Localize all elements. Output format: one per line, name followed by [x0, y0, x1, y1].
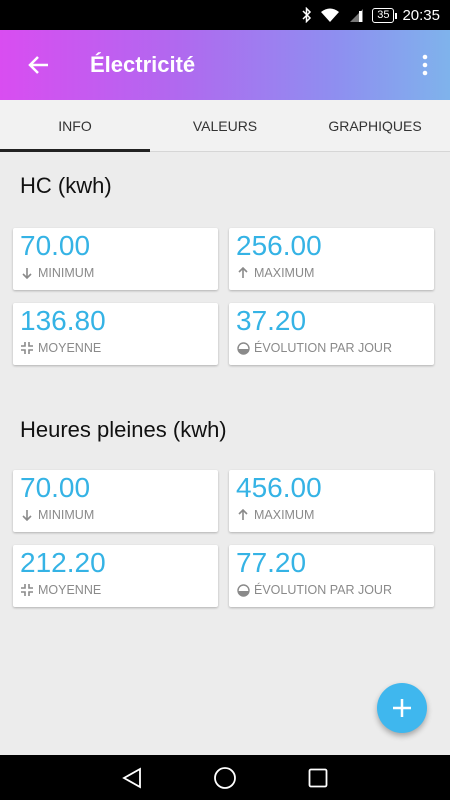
gauge-icon [236, 583, 250, 597]
stat-card-minimum: 70.00 MINIMUM [13, 228, 218, 290]
stat-label: MINIMUM [38, 508, 95, 522]
plus-icon [393, 699, 411, 717]
battery-icon: 35 [372, 7, 398, 23]
stat-value: 456.00 [236, 472, 322, 503]
stat-label: MOYENNE [38, 341, 102, 355]
overflow-menu-button[interactable] [400, 30, 450, 100]
stat-label: MAXIMUM [254, 508, 315, 522]
stat-label: MAXIMUM [254, 266, 315, 280]
add-button[interactable] [377, 683, 427, 733]
stat-value: 70.00 [20, 472, 91, 503]
system-nav-bar [0, 755, 450, 800]
stat-value: 212.20 [20, 547, 106, 578]
compress-icon [20, 341, 34, 355]
bluetooth-icon [302, 7, 312, 23]
status-time: 20:35 [402, 6, 440, 24]
arrow-up-icon [236, 508, 250, 522]
tab-valeurs[interactable]: VALEURS [150, 100, 300, 151]
triangle-back-icon [121, 766, 141, 789]
more-vert-icon [422, 54, 428, 76]
nav-recents-button[interactable] [303, 763, 333, 793]
signal-icon [348, 7, 364, 23]
app-bar: Électricité [0, 30, 450, 100]
back-button[interactable] [0, 30, 78, 100]
compress-icon [20, 583, 34, 597]
square-recents-icon [308, 768, 328, 787]
arrow-left-icon [28, 56, 48, 74]
wifi-icon [320, 7, 340, 23]
nav-home-button[interactable] [210, 763, 240, 793]
stat-card-evolution: 77.20 ÉVOLUTION PAR JOUR [229, 545, 434, 607]
arrow-down-icon [20, 508, 34, 522]
arrow-down-icon [20, 266, 34, 280]
stat-label: MINIMUM [38, 266, 95, 280]
page-title: Électricité [90, 52, 196, 77]
stat-card-evolution: 37.20 ÉVOLUTION PAR JOUR [229, 303, 434, 365]
stat-card-moyenne: 212.20 MOYENNE [13, 545, 218, 607]
stat-card-maximum: 256.00 MAXIMUM [229, 228, 434, 290]
stat-value: 136.80 [20, 305, 106, 336]
stat-value: 256.00 [236, 230, 322, 261]
stat-card-minimum: 70.00 MINIMUM [13, 470, 218, 532]
stat-label: ÉVOLUTION PAR JOUR [254, 583, 392, 597]
tab-graphiques[interactable]: GRAPHIQUES [300, 100, 450, 151]
tab-bar: INFO VALEURS GRAPHIQUES [0, 100, 450, 152]
stat-value: 70.00 [20, 230, 91, 261]
gauge-icon [236, 341, 250, 355]
nav-back-button[interactable] [117, 763, 147, 793]
arrow-up-icon [236, 266, 250, 280]
tab-info[interactable]: INFO [0, 100, 150, 152]
stat-value: 77.20 [236, 547, 307, 578]
stat-card-moyenne: 136.80 MOYENNE [13, 303, 218, 365]
stat-label: ÉVOLUTION PAR JOUR [254, 341, 392, 355]
stat-label: MOYENNE [38, 583, 102, 597]
stat-value: 37.20 [236, 305, 307, 336]
status-bar: 35 20:35 [0, 0, 450, 30]
section-title-hc: HC (kwh) [20, 173, 112, 198]
circle-home-icon [214, 766, 236, 789]
stat-card-maximum: 456.00 MAXIMUM [229, 470, 434, 532]
section-title-heures-pleines: Heures pleines (kwh) [20, 417, 227, 442]
